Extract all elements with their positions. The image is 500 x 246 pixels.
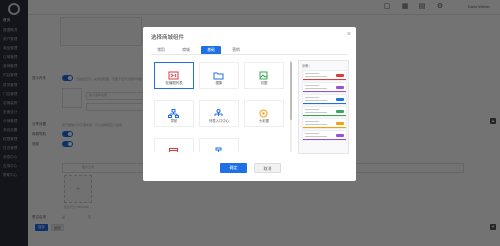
color-wheel-icon <box>258 105 269 118</box>
preview-card <box>302 130 347 141</box>
hammer-icon <box>213 143 224 152</box>
grid-scrollbar[interactable] <box>290 60 292 152</box>
component-tile[interactable] <box>154 138 194 152</box>
confirm-button[interactable]: 确定 <box>220 163 247 173</box>
component-label: 图集 <box>215 81 223 85</box>
folder-icon <box>213 67 224 80</box>
preview-card <box>302 118 347 129</box>
tab-item[interactable]: 营销 <box>226 46 246 54</box>
slideshow-icon <box>168 67 179 80</box>
close-icon[interactable]: × <box>347 31 351 38</box>
image-icon <box>258 67 269 80</box>
preview-title: 示例： <box>302 64 312 68</box>
preview-card <box>302 82 347 93</box>
component-tile[interactable]: 导航 <box>154 100 194 127</box>
component-tile[interactable] <box>199 138 239 152</box>
component-tile[interactable]: 图集 <box>199 62 239 89</box>
preview-card <box>302 70 347 81</box>
tab-item[interactable]: 商城 <box>176 46 196 54</box>
dialog-title: 选择商城组件 <box>151 35 185 41</box>
cancel-button[interactable]: 取消 <box>254 163 281 173</box>
component-label: 七彩图 <box>258 119 270 123</box>
card-icon <box>168 143 179 152</box>
select-component-dialog: 选择商城组件 × 常用 商城 基础 营销 轮播图列表 图集 切图导航 列表入口中心 七彩图 示… <box>143 27 356 181</box>
tab-item[interactable]: 常用 <box>151 46 171 54</box>
component-preview: 示例： <box>298 60 349 154</box>
tab-item[interactable]: 基础 <box>201 46 221 54</box>
component-tile[interactable]: 切图 <box>244 62 284 89</box>
component-tabs: 常用 商城 基础 营销 <box>151 46 348 55</box>
component-label: 导航 <box>170 119 178 123</box>
component-grid: 轮播图列表 图集 切图导航 列表入口中心 七彩图 <box>152 60 288 152</box>
component-label: 列表入口中心 <box>208 119 230 123</box>
component-label: 轮播图列表 <box>165 81 183 85</box>
component-tile[interactable]: 七彩图 <box>244 100 284 127</box>
component-tile[interactable]: 轮播图列表 <box>154 62 194 89</box>
preview-card <box>302 94 347 105</box>
org-chart-icon <box>213 105 224 116</box>
component-label: 切图 <box>260 81 268 85</box>
component-tile[interactable]: 列表入口中心 <box>199 100 239 127</box>
preview-card <box>302 106 347 117</box>
network-icon <box>168 105 179 118</box>
